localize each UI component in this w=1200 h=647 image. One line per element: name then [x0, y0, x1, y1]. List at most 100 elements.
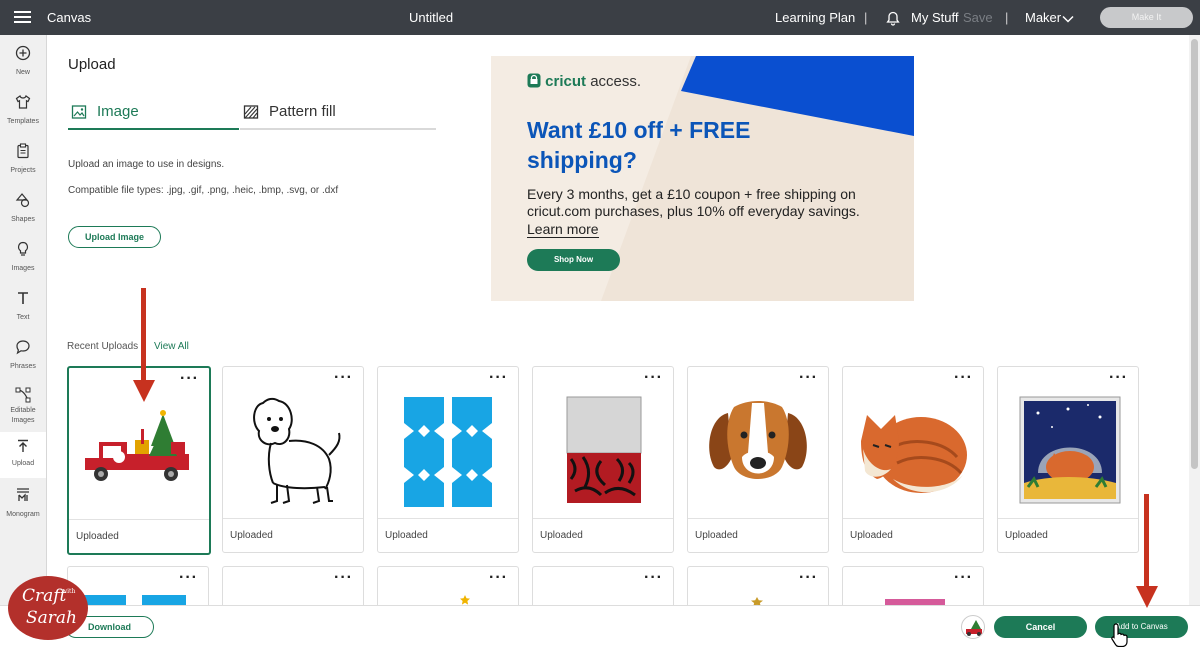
top-bar: Canvas Untitled Learning Plan | My Stuff… [0, 0, 1200, 35]
sidebar-item-phrases[interactable]: Phrases [0, 333, 46, 381]
sidebar-item-new[interactable]: New [0, 39, 46, 87]
clipboard-icon [17, 143, 29, 159]
upload-card[interactable]: ··· Uploaded [532, 366, 674, 553]
monogram-icon [17, 488, 29, 501]
tab-image[interactable]: Image [68, 100, 239, 130]
tab-label: Pattern fill [269, 103, 336, 120]
more-options-icon[interactable]: ··· [489, 569, 508, 587]
view-all-link[interactable]: View All [154, 341, 189, 352]
banner-body: Every 3 months, get a £10 coupon + free … [527, 186, 860, 219]
panel-title: Upload [68, 56, 116, 73]
upload-icon [18, 439, 28, 452]
upload-card[interactable]: ··· [222, 566, 364, 606]
sidebar-item-text[interactable]: Text [0, 284, 46, 332]
sidebar-item-label: New [15, 69, 30, 76]
sleeping-fox-thumbnail [861, 415, 967, 493]
cancel-button[interactable]: Cancel [994, 616, 1087, 638]
sidebar-item-images[interactable]: Images [0, 235, 46, 283]
sidebar-item-label: Images [11, 417, 35, 424]
sidebar-item-projects[interactable]: Projects [0, 137, 46, 185]
learn-more-link[interactable]: Learn more [527, 221, 599, 238]
speech-bubble-icon [16, 340, 30, 355]
brand-logo: cricut access. [527, 73, 641, 90]
scrollbar-thumb[interactable] [1191, 39, 1198, 469]
upload-card[interactable]: ··· Uploaded [377, 366, 519, 553]
sidebar-item-templates[interactable]: Templates [0, 88, 46, 136]
bottom-action-bar: Download Cancel Add to Canvas [0, 605, 1200, 647]
annotation-arrow-icon [133, 288, 155, 402]
sidebar-item-label: Upload [11, 460, 35, 467]
selected-image-thumbnail [961, 615, 985, 639]
dog-outline-thumbnail [253, 397, 341, 504]
machine-selector[interactable]: Maker [1025, 0, 1061, 35]
bulb-icon [17, 241, 29, 256]
pattern-icon [243, 105, 259, 119]
learning-plan-link[interactable]: Learning Plan [775, 0, 855, 35]
more-options-icon[interactable]: ··· [334, 569, 353, 587]
left-sidebar: New Templates Projects Shapes Images Tex… [0, 35, 47, 647]
upload-card[interactable]: ··· Uploaded [997, 366, 1139, 553]
separator: | [864, 10, 868, 25]
sidebar-item-label: Images [11, 265, 35, 272]
sidebar-item-editable-images[interactable]: Editable Images [0, 381, 46, 431]
bell-icon[interactable] [886, 0, 900, 35]
cricut-access-banner[interactable]: cricut access. Want £10 off + FREE shipp… [491, 56, 914, 301]
upload-card[interactable]: ··· [687, 566, 829, 607]
sidebar-item-shapes[interactable]: Shapes [0, 186, 46, 234]
menu-icon[interactable] [14, 0, 32, 35]
annotation-arrow-icon [1136, 494, 1158, 608]
tab-label: Image [97, 103, 139, 120]
sidebar-item-label: Monogram [6, 511, 40, 518]
card-caption: Uploaded [223, 518, 363, 552]
sidebar-item-label: Projects [10, 167, 36, 174]
upload-image-button[interactable]: Upload Image [68, 226, 161, 248]
upload-card[interactable]: ··· [532, 566, 763, 606]
cracker-thumbnail [404, 397, 492, 507]
card-caption: Uploaded [688, 518, 828, 552]
file-types-note: Compatible file types: .jpg, .gif, .png,… [68, 185, 339, 196]
tab-pattern-fill[interactable]: Pattern fill [240, 100, 436, 130]
upload-card[interactable]: ··· [842, 566, 984, 607]
upload-card[interactable]: ··· Uploaded [842, 366, 984, 553]
scrollbar[interactable] [1189, 35, 1200, 605]
sidebar-item-label: Shapes [11, 216, 35, 223]
craft-with-sarah-logo: Craft with Sarah [8, 576, 88, 640]
card-caption: Uploaded [843, 518, 983, 552]
fox-scene-thumbnail [1019, 396, 1121, 504]
lock-icon [527, 73, 541, 88]
shop-now-button[interactable]: Shop Now [527, 249, 620, 271]
card-caption: Uploaded [533, 518, 673, 552]
more-options-icon[interactable]: ··· [954, 569, 973, 587]
more-options-icon[interactable]: ··· [179, 569, 198, 587]
sidebar-item-upload[interactable]: Upload [0, 432, 46, 478]
text-icon [18, 292, 28, 304]
my-stuff-link[interactable]: My Stuff [911, 0, 958, 35]
banner-headline: Want £10 off + FREE shipping? [527, 117, 751, 173]
upload-card[interactable]: ··· Uploaded [222, 366, 364, 553]
edit-nodes-icon [15, 387, 31, 403]
upload-card[interactable]: ··· [67, 566, 209, 607]
more-options-icon[interactable]: ··· [799, 569, 818, 587]
shirt-icon [15, 95, 31, 109]
upload-card[interactable]: ··· [377, 566, 519, 606]
gift-tag-thumbnail [566, 396, 642, 503]
add-to-canvas-button[interactable]: Add to Canvas [1095, 616, 1188, 638]
upload-card[interactable]: ··· Uploaded [687, 366, 829, 553]
separator: | [1005, 10, 1009, 25]
save-button[interactable]: Save [963, 0, 993, 35]
make-it-button[interactable]: Make It [1100, 7, 1193, 28]
card-caption: Uploaded [378, 518, 518, 552]
beagle-thumbnail [709, 401, 807, 479]
sidebar-item-label: Text [16, 314, 30, 321]
upload-description: Upload an image to use in designs. [68, 159, 225, 170]
shapes-icon [15, 193, 30, 208]
star-icon [460, 595, 470, 605]
document-title[interactable]: Untitled [409, 0, 453, 35]
recent-uploads-label: Recent Uploads [67, 341, 139, 352]
sidebar-item-label: Templates [7, 118, 39, 125]
sidebar-item-monogram[interactable]: Monogram [0, 481, 46, 529]
image-icon [71, 105, 87, 119]
chevron-down-icon[interactable] [1062, 0, 1074, 35]
more-options-icon[interactable]: ··· [644, 569, 663, 587]
card-caption: Uploaded [998, 518, 1138, 552]
